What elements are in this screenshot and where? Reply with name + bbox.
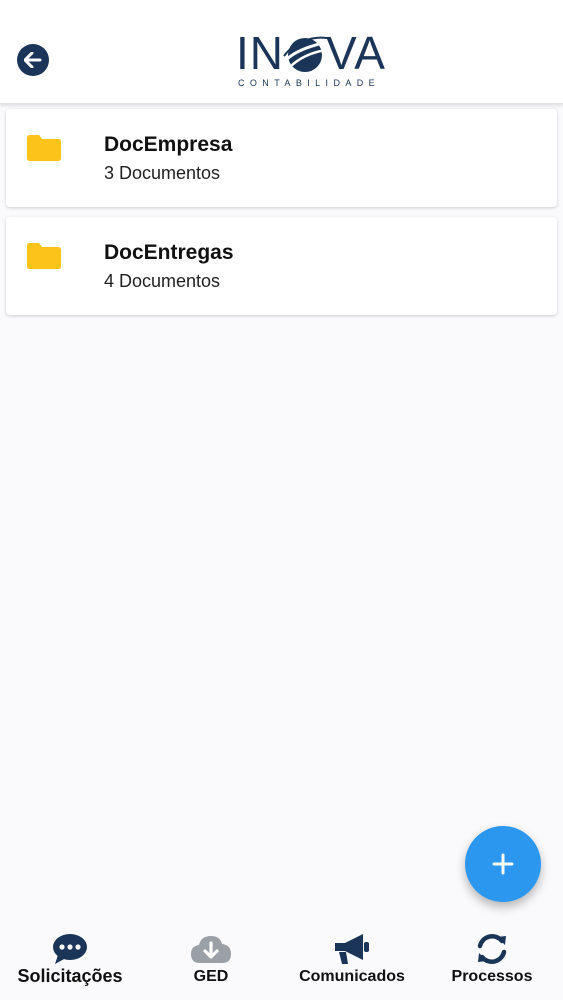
folder-name: DocEmpresa bbox=[104, 133, 233, 156]
nav-item-ged[interactable]: GED bbox=[160, 922, 262, 1000]
logo-subtitle: CONTABILIDADE bbox=[238, 78, 381, 88]
chat-bubble-icon bbox=[53, 934, 87, 964]
sync-icon bbox=[477, 934, 507, 964]
folder-name: DocEntregas bbox=[104, 241, 234, 264]
nav-icon-wrap bbox=[331, 932, 373, 966]
megaphone-icon bbox=[335, 934, 369, 964]
logo-globe-icon bbox=[283, 36, 328, 72]
nav-icon-wrap bbox=[471, 932, 513, 966]
back-button[interactable] bbox=[17, 44, 49, 76]
logo-word-right: VA bbox=[326, 27, 386, 79]
add-button[interactable] bbox=[465, 826, 541, 902]
company-logo: IN VA CONTABILIDADE bbox=[236, 28, 398, 90]
arrow-left-icon bbox=[24, 52, 42, 68]
nav-icon-wrap bbox=[49, 932, 91, 966]
nav-item-solicitacoes[interactable]: Solicitações bbox=[0, 922, 140, 1000]
folder-item[interactable]: DocEmpresa 3 Documentos bbox=[6, 109, 557, 207]
app-header: IN VA CONTABILIDADE bbox=[0, 0, 563, 104]
cloud-download-icon bbox=[191, 936, 231, 963]
nav-label: Comunicados bbox=[299, 968, 405, 985]
folder-document-count: 4 Documentos bbox=[104, 271, 221, 291]
nav-item-comunicados[interactable]: Comunicados bbox=[282, 922, 422, 1000]
nav-label: GED bbox=[193, 968, 229, 985]
nav-item-processos[interactable]: Processos bbox=[432, 922, 552, 1000]
folder-icon bbox=[27, 135, 61, 161]
nav-label: Processos bbox=[451, 968, 533, 985]
nav-label: Solicitações bbox=[17, 966, 123, 986]
folder-icon bbox=[27, 243, 61, 269]
bottom-navigation: Solicitações GED Comunicados Processos bbox=[0, 922, 563, 1000]
plus-icon bbox=[492, 853, 514, 875]
logo-word-left: IN bbox=[236, 27, 284, 79]
folder-item[interactable]: DocEntregas 4 Documentos bbox=[6, 217, 557, 315]
nav-icon-wrap bbox=[190, 932, 232, 966]
folder-document-count: 3 Documentos bbox=[104, 163, 221, 183]
logo-wordmark: IN VA bbox=[236, 28, 386, 78]
